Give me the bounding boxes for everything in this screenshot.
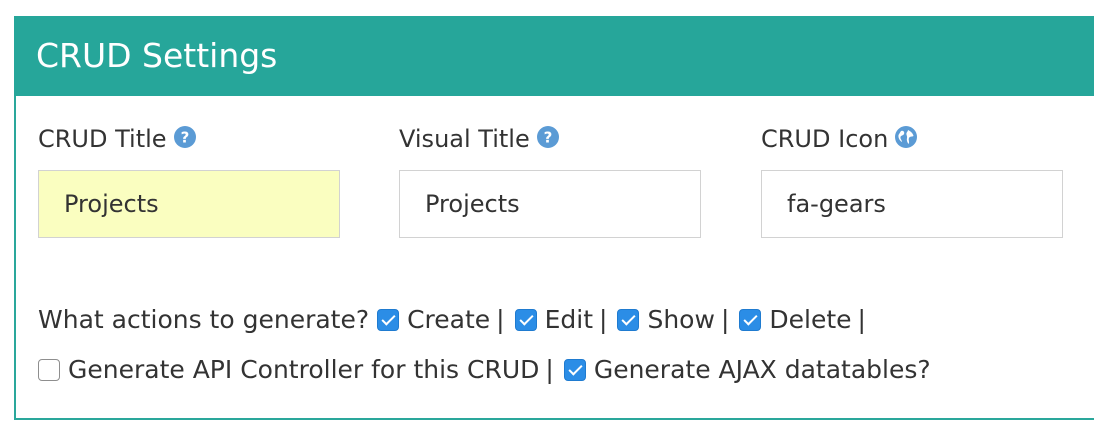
- edit-checkbox[interactable]: [514, 309, 537, 331]
- edit-label[interactable]: Edit: [545, 305, 593, 334]
- delete-label[interactable]: Delete: [769, 305, 851, 334]
- api-controller-checkbox[interactable]: [38, 359, 60, 381]
- question-circle-icon[interactable]: ?: [173, 125, 197, 149]
- panel-header: CRUD Settings: [14, 16, 1094, 96]
- options-row: Generate API Controller for this CRUD | Ge…: [38, 352, 931, 388]
- separator: |: [857, 305, 866, 334]
- show-label[interactable]: Show: [647, 305, 714, 334]
- show-checkbox[interactable]: [617, 309, 640, 331]
- svg-text:?: ?: [180, 129, 189, 147]
- separator: |: [720, 305, 730, 334]
- panel-title: CRUD Settings: [36, 36, 278, 75]
- api-controller-label[interactable]: Generate API Controller for this CRUD: [68, 355, 539, 384]
- question-circle-icon[interactable]: ?: [536, 125, 560, 149]
- actions-prompt: What actions to generate?: [38, 305, 370, 334]
- crud-settings-panel: CRUD Settings CRUD Title? Visual Title? …: [14, 16, 1094, 420]
- visual-title-label: Visual Title: [399, 125, 530, 153]
- delete-checkbox[interactable]: [739, 309, 762, 331]
- separator: |: [496, 305, 505, 334]
- crud-icon-input[interactable]: [761, 170, 1063, 238]
- create-checkbox[interactable]: [377, 309, 400, 331]
- ajax-datatables-checkbox[interactable]: [563, 359, 586, 381]
- crud-title-input[interactable]: [38, 170, 340, 238]
- visual-title-label-group: Visual Title?: [399, 122, 560, 156]
- separator: |: [599, 305, 608, 334]
- crud-title-label: CRUD Title: [38, 125, 167, 153]
- create-label[interactable]: Create: [407, 305, 490, 334]
- separator: |: [545, 355, 554, 384]
- crud-title-label-group: CRUD Title?: [38, 122, 197, 156]
- ajax-datatables-label[interactable]: Generate AJAX datatables?: [594, 355, 931, 384]
- crud-icon-label: CRUD Icon: [761, 125, 889, 153]
- visual-title-input[interactable]: [399, 170, 701, 238]
- svg-text:?: ?: [543, 129, 552, 147]
- actions-row: What actions to generate? Create | Edit | Sh…: [38, 302, 876, 338]
- crud-icon-label-group: CRUD Icon: [761, 122, 918, 156]
- globe-icon[interactable]: [894, 125, 918, 149]
